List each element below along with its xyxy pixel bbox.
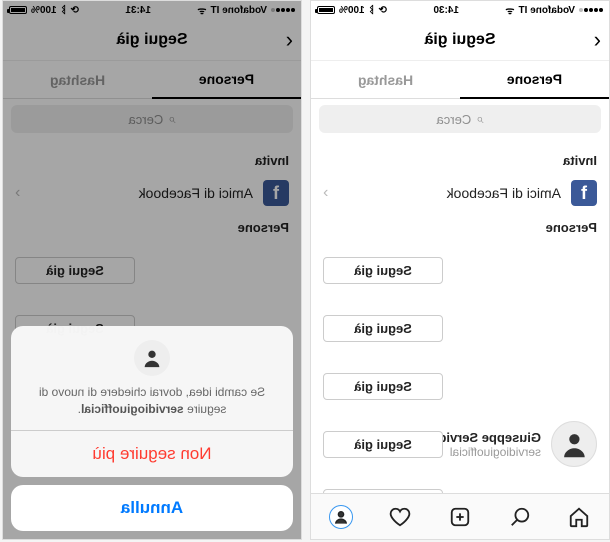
unfollow-button[interactable]: Non seguire più <box>11 431 293 477</box>
page-title: Segui già <box>424 31 495 49</box>
search-placeholder: Cerca <box>437 112 472 127</box>
segment-tabs: Persone Hashtag <box>3 61 301 99</box>
carrier-label: Vodafone IT <box>519 5 575 16</box>
nav-header: ‹ Segui già <box>3 19 301 61</box>
list-item: Segui già <box>323 241 597 299</box>
bluetooth-icon: ᛒ <box>369 5 375 16</box>
tab-hashtag[interactable]: Hashtag <box>311 61 460 99</box>
tab-bar <box>311 493 609 539</box>
search-bar[interactable]: ⌕ Cerca <box>311 105 609 139</box>
tab-people[interactable]: Persone <box>460 61 609 99</box>
signal-icon <box>579 8 603 12</box>
search-bar[interactable]: ⌕ Cerca <box>3 105 301 139</box>
tab-people[interactable]: Persone <box>152 61 301 99</box>
avatar[interactable] <box>551 421 597 467</box>
person-username: servidiogiuofficial <box>453 445 541 459</box>
segment-tabs: Persone Hashtag <box>311 61 609 99</box>
person-name: Giuseppe Servidio <box>453 430 541 445</box>
following-button[interactable]: Segui già <box>15 257 135 284</box>
status-bar: Vodafone IT ᯤ 14:31 ⟳ ᛒ 100% <box>3 1 301 19</box>
following-button[interactable]: Segui già <box>323 373 443 400</box>
search-icon: ⌕ <box>168 111 175 127</box>
following-button[interactable]: Segui già <box>323 315 443 342</box>
back-button[interactable]: ‹ <box>594 27 601 53</box>
carrier-label: Vodafone IT <box>211 5 267 16</box>
page-title: Segui già <box>116 31 187 49</box>
following-button[interactable]: Segui già <box>323 257 443 284</box>
battery-icon <box>317 6 335 14</box>
signal-icon <box>271 8 295 12</box>
sync-icon: ⟳ <box>71 5 79 16</box>
sync-icon: ⟳ <box>379 5 387 16</box>
list-item: Segui già <box>323 299 597 357</box>
search-tab-icon[interactable] <box>508 505 532 529</box>
sheet-avatar <box>134 340 170 376</box>
sheet-message: Se cambi idea, dovrai chiedere di nuovo … <box>29 384 275 418</box>
wifi-icon: ᯤ <box>505 3 514 17</box>
list-item: Segui già <box>15 241 289 299</box>
following-button[interactable]: Segui già <box>323 431 443 458</box>
back-button[interactable]: ‹ <box>286 27 293 53</box>
tab-hashtag[interactable]: Hashtag <box>3 61 152 99</box>
home-icon[interactable] <box>567 505 591 529</box>
chevron-right-icon: › <box>15 184 20 202</box>
activity-icon[interactable] <box>388 505 412 529</box>
bluetooth-icon: ᛒ <box>61 5 67 16</box>
section-people-heading: Persone <box>3 212 301 241</box>
list-item: Segui già <box>323 357 597 415</box>
invite-facebook-row[interactable]: f Amici di Facebook › <box>3 174 301 212</box>
action-sheet: Se cambi idea, dovrai chiedere di nuovo … <box>11 326 293 531</box>
invite-facebook-label: Amici di Facebook <box>30 185 253 201</box>
battery-icon <box>9 6 27 14</box>
section-invite-heading: Invita <box>311 145 609 174</box>
facebook-icon: f <box>263 180 289 206</box>
section-invite-heading: Invita <box>3 145 301 174</box>
add-post-icon[interactable] <box>448 505 472 529</box>
wifi-icon: ᯤ <box>197 3 206 17</box>
chevron-right-icon: › <box>323 184 328 202</box>
battery-label: 100% <box>339 5 365 16</box>
time-label: 14:31 <box>125 5 151 16</box>
status-bar: Vodafone IT ᯤ 14:30 ⟳ ᛒ 100% <box>311 1 609 19</box>
invite-facebook-row[interactable]: f Amici di Facebook › <box>311 174 609 212</box>
search-icon: ⌕ <box>476 111 483 127</box>
phone-screen-left: Vodafone IT ᯤ 14:30 ⟳ ᛒ 100% ‹ Segui già… <box>310 0 610 540</box>
facebook-icon: f <box>571 180 597 206</box>
phone-screen-right: Vodafone IT ᯤ 14:31 ⟳ ᛒ 100% ‹ Segui già… <box>2 0 302 540</box>
nav-header: ‹ Segui già <box>311 19 609 61</box>
battery-label: 100% <box>31 5 57 16</box>
cancel-button[interactable]: Annulla <box>11 485 293 531</box>
invite-facebook-label: Amici di Facebook <box>338 185 561 201</box>
profile-tab-icon[interactable] <box>329 505 353 529</box>
list-item: Giuseppe Servidio servidiogiuofficial Se… <box>323 415 597 473</box>
section-people-heading: Persone <box>311 212 609 241</box>
time-label: 14:30 <box>433 5 459 16</box>
search-placeholder: Cerca <box>129 112 164 127</box>
